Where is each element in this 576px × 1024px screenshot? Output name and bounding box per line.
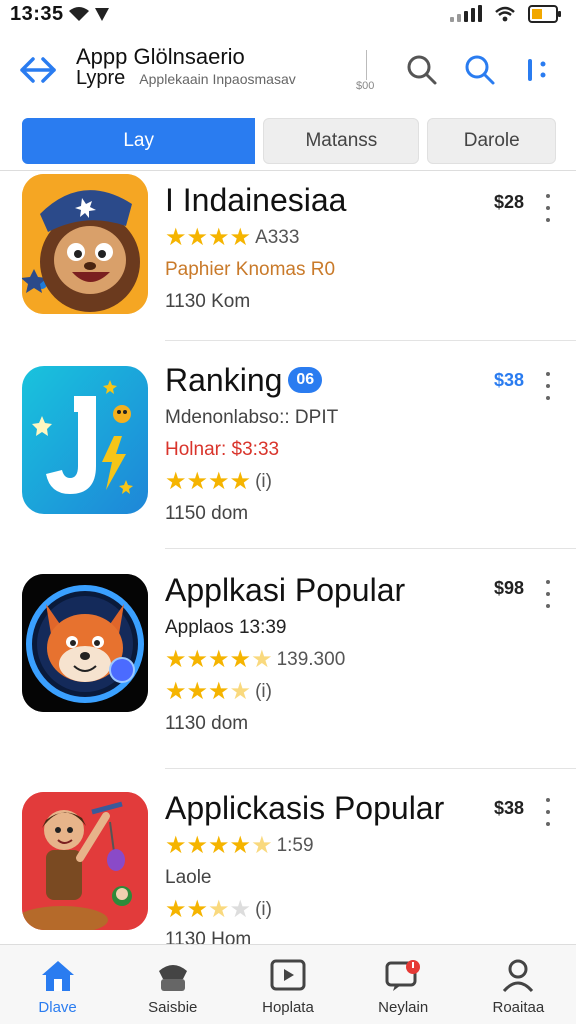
- rating-text: (i): [255, 899, 272, 920]
- search-icon: [407, 55, 437, 85]
- rating-text: (i): [255, 681, 272, 702]
- status-time: 13:35: [10, 2, 64, 25]
- status-bar: 13:35: [0, 0, 576, 28]
- nav-label: Dlave: [38, 999, 77, 1016]
- fox-icon: [22, 574, 148, 712]
- search-button[interactable]: [460, 50, 500, 90]
- more-options-icon[interactable]: [540, 798, 556, 826]
- app-price[interactable]: $98: [494, 578, 524, 599]
- games-icon: [158, 965, 187, 991]
- more-options-icon[interactable]: [540, 194, 556, 222]
- header-divider: [366, 50, 367, 80]
- wifi-icon: [68, 7, 89, 21]
- nav-item-video[interactable]: Hoplata: [233, 945, 343, 1024]
- app-rating-secondary: ★★★★ (i): [165, 680, 485, 704]
- row-divider: [165, 768, 576, 769]
- star-rating-icon: ★★★★★: [165, 832, 273, 859]
- app-list-item[interactable]: I Indainesiaa ★★★★ A333 Paphier Knomas R…: [0, 172, 576, 342]
- tab-lay[interactable]: Lay: [22, 118, 256, 164]
- app-category: Laole: [165, 867, 212, 888]
- app-rating-secondary: ★★★★ (i): [165, 898, 485, 922]
- video-icon: [270, 959, 306, 991]
- battery-icon: [528, 5, 561, 23]
- app-header: Appp Glölnsaerio Lypre Applekaain Inpaos…: [0, 40, 576, 102]
- more-options-icon[interactable]: [540, 372, 556, 400]
- nav-label: Saisbie: [148, 999, 198, 1016]
- app-name: Applickasis Popular: [165, 790, 445, 826]
- more-options-icon[interactable]: [540, 580, 556, 608]
- notifications-icon: [385, 960, 421, 991]
- pirate-monkey-icon: [22, 174, 148, 314]
- tabs-divider: [0, 170, 576, 171]
- star-rating-icon: ★★★★: [165, 896, 252, 923]
- star-rating-icon: ★★★★: [165, 678, 252, 705]
- app-price[interactable]: $38: [494, 370, 524, 391]
- header-title-block: Appp Glölnsaerio Lypre Applekaain Inpaos…: [76, 46, 366, 89]
- app-price[interactable]: $28: [494, 192, 524, 213]
- star-rating-icon: ★★★★★: [165, 646, 273, 673]
- home-icon: [41, 961, 74, 991]
- rating-text: A333: [255, 227, 300, 248]
- page-title-secondary: Lypre: [76, 67, 126, 89]
- app-name: I Indainesiaa: [165, 182, 347, 218]
- app-badge: 06: [288, 367, 323, 393]
- search-icon: [465, 55, 495, 85]
- letter-j-icon: [22, 366, 148, 514]
- app-rating: ★★★★★ 1:59: [165, 834, 485, 858]
- app-size: 1130 dom: [165, 713, 249, 734]
- app-developer: Applaos 13:39: [165, 617, 287, 638]
- app-list-item[interactable]: Applickasis Popular ★★★★★ 1:59 Laole ★★★…: [0, 770, 576, 950]
- app-list-item[interactable]: Ranking 06 Mdenonlabso:: DPIT Holnar: $3…: [0, 342, 576, 550]
- search-button-gray[interactable]: [402, 50, 442, 90]
- back-button[interactable]: [18, 50, 58, 90]
- nav-item-home[interactable]: Dlave: [3, 945, 113, 1024]
- nav-item-notifications[interactable]: Neylain: [348, 945, 458, 1024]
- nav-label: Roaitaa: [492, 999, 545, 1016]
- app-size: 1150 dom: [165, 503, 249, 524]
- app-rating: ★★★★ (i): [165, 470, 485, 494]
- app-rating: ★★★★ A333: [165, 226, 485, 250]
- nav-item-games[interactable]: Saisbie: [118, 945, 228, 1024]
- row-divider: [165, 548, 576, 549]
- app-developer: Mdenonlabso:: DPIT: [165, 407, 339, 428]
- star-rating-icon: ★★★★: [165, 468, 252, 495]
- segmented-tabs: Lay Matanss Darole: [22, 118, 556, 164]
- row-divider: [165, 340, 576, 341]
- rating-text: 1:59: [276, 835, 314, 856]
- more-options-button[interactable]: [516, 50, 556, 90]
- menu-dots-icon: [528, 59, 546, 81]
- app-size: 1130 Kom: [165, 291, 251, 312]
- app-name: Applkasi Popular: [165, 572, 406, 608]
- location-arrow-icon: [94, 8, 109, 21]
- back-arrow-icon: [20, 57, 56, 83]
- rating-text: (i): [255, 471, 272, 492]
- cellular-signal-icon: [450, 5, 482, 22]
- rating-text: 139.300: [276, 649, 346, 670]
- app-list-item[interactable]: Applkasi Popular Applaos 13:39 ★★★★★ 139…: [0, 550, 576, 770]
- app-name: Ranking: [165, 362, 283, 398]
- bottom-navigation: Dlave Saisbie Hoplata Neylain Roaitaa: [0, 944, 576, 1024]
- app-sale-price: Holnar: $3:33: [165, 439, 280, 460]
- tab-darole[interactable]: Darole: [427, 118, 556, 164]
- nav-item-profile[interactable]: Roaitaa: [463, 945, 573, 1024]
- header-badge: $00: [356, 80, 375, 92]
- app-developer: Paphier Knomas R0: [165, 259, 336, 280]
- wifi-icon: [495, 6, 515, 22]
- app-rating: ★★★★★ 139.300: [165, 648, 485, 672]
- profile-icon: [503, 959, 534, 993]
- nav-label: Neylain: [378, 999, 429, 1016]
- nav-label: Hoplata: [262, 999, 314, 1016]
- tab-matanss[interactable]: Matanss: [263, 118, 420, 164]
- page-subtitle: Applekaain Inpaosmasav: [139, 71, 296, 87]
- star-rating-icon: ★★★★: [165, 224, 252, 251]
- app-price[interactable]: $38: [494, 798, 524, 819]
- page-title: Appp Glölnsaerio: [76, 44, 245, 69]
- adventurer-icon: [22, 792, 148, 930]
